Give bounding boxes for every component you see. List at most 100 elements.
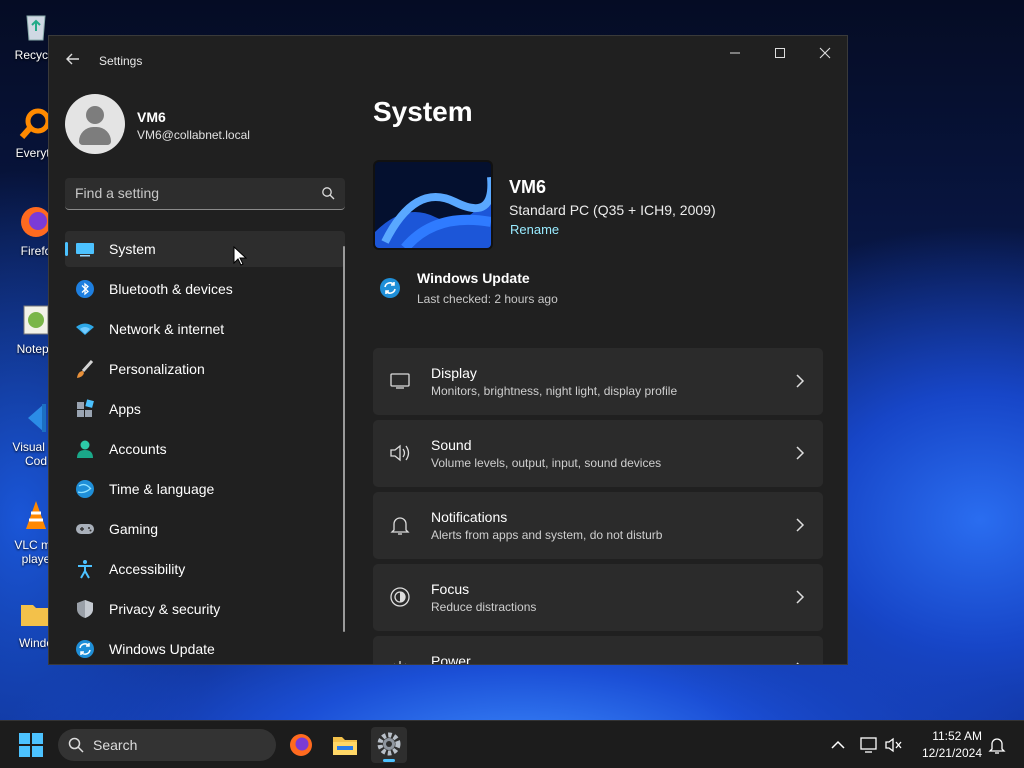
search-icon (68, 737, 84, 753)
focus-icon (390, 587, 410, 607)
bluetooth-icon (76, 280, 94, 298)
card-title: Sound (431, 437, 472, 453)
sidebar-item-label: Accessibility (109, 561, 186, 577)
sidebar-item-personalization[interactable]: Personalization (65, 351, 345, 387)
monitor-icon (390, 373, 410, 389)
taskbar-app-file-explorer[interactable] (327, 727, 363, 763)
sidebar-item-label: Personalization (109, 361, 205, 377)
file-explorer-icon (333, 737, 357, 755)
mouse-cursor-icon (233, 246, 247, 266)
avatar (65, 94, 125, 154)
chevron-right-icon (796, 590, 805, 604)
sidebar-item-label: System (109, 241, 156, 257)
desktop-icon-label: Firefo (20, 244, 52, 258)
card-title: Display (431, 365, 477, 381)
clock-date[interactable]: 12/21/2024 (910, 746, 982, 760)
gamepad-icon (76, 524, 94, 534)
sidebar-item-label: Windows Update (109, 641, 215, 657)
sidebar-item-network[interactable]: Network & internet (65, 311, 345, 347)
page-title: System (373, 96, 473, 127)
chevron-up-icon[interactable] (828, 735, 848, 755)
card-power[interactable]: Power (373, 636, 823, 664)
sidebar-item-label: Accounts (109, 441, 167, 457)
card-display[interactable]: Display Monitors, brightness, night ligh… (373, 348, 823, 415)
network-monitor-icon[interactable] (859, 735, 879, 755)
back-button[interactable] (63, 52, 83, 72)
sidebar-item-time-language[interactable]: Time & language (65, 471, 345, 507)
sidebar-item-accounts[interactable]: Accounts (65, 431, 345, 467)
chevron-right-icon (796, 662, 800, 664)
globe-clock-icon (76, 480, 94, 498)
close-icon (819, 47, 831, 59)
speaker-icon (390, 444, 410, 462)
sidebar-nav: System Bluetooth & devices Network & int… (65, 231, 345, 664)
sidebar-item-system[interactable]: System (65, 231, 345, 267)
accounts-icon (77, 440, 93, 458)
paintbrush-icon (77, 359, 94, 378)
speaker-muted-icon[interactable] (884, 735, 904, 755)
shield-icon (77, 600, 93, 618)
clock-time[interactable]: 11:52 AM (920, 729, 982, 743)
card-subtitle: Alerts from apps and system, do not dist… (431, 528, 663, 542)
bell-icon (390, 517, 410, 535)
search-box[interactable] (65, 178, 345, 210)
taskbar-search[interactable]: Search (58, 729, 276, 761)
maximize-button[interactable] (760, 44, 800, 64)
maximize-icon (775, 48, 785, 58)
card-subtitle: Volume levels, output, input, sound devi… (431, 456, 662, 470)
sidebar-item-windows-update[interactable]: Windows Update (65, 631, 345, 664)
sidebar-item-label: Apps (109, 401, 141, 417)
user-name: VM6 (137, 109, 166, 125)
sidebar-scrollbar[interactable] (343, 246, 345, 632)
sidebar-item-bluetooth[interactable]: Bluetooth & devices (65, 271, 345, 307)
active-app-indicator (383, 759, 395, 762)
windows-update-status: Last checked: 2 hours ago (417, 292, 558, 306)
wifi-icon (76, 323, 94, 335)
chevron-right-icon (796, 518, 805, 532)
windows-update-icon (76, 640, 94, 658)
firefox-icon (290, 734, 312, 756)
search-input[interactable] (65, 178, 305, 208)
sidebar-item-apps[interactable]: Apps (65, 391, 345, 427)
selection-indicator (65, 242, 68, 256)
apps-icon (77, 399, 94, 417)
card-sound[interactable]: Sound Volume levels, output, input, soun… (373, 420, 823, 487)
windows-update-icon[interactable] (379, 277, 401, 299)
device-model: Standard PC (Q35 + ICH9, 2009) (509, 202, 716, 218)
device-thumbnail (373, 160, 493, 250)
system-display-icon (76, 243, 94, 257)
settings-gear-icon (377, 732, 401, 756)
title-bar[interactable]: Settings (49, 36, 847, 86)
sidebar-item-gaming[interactable]: Gaming (65, 511, 345, 547)
sidebar-item-label: Privacy & security (109, 601, 221, 617)
close-button[interactable] (805, 44, 845, 64)
sidebar-item-accessibility[interactable]: Accessibility (65, 551, 345, 587)
start-button-windows-icon[interactable] (18, 732, 44, 758)
back-arrow-icon (66, 53, 79, 65)
card-title: Notifications (431, 509, 508, 525)
sidebar-item-label: Time & language (109, 481, 215, 497)
rename-link[interactable]: Rename (510, 222, 559, 237)
taskbar-search-label: Search (93, 737, 138, 753)
minimize-button[interactable] (715, 44, 755, 64)
sidebar-item-label: Network & internet (109, 321, 225, 337)
card-focus[interactable]: Focus Reduce distractions (373, 564, 823, 631)
chevron-right-icon (796, 374, 805, 388)
taskbar-app-settings[interactable] (371, 727, 407, 763)
accessibility-icon (78, 560, 92, 579)
user-email: VM6@collabnet.local (137, 128, 250, 142)
card-notifications[interactable]: Notifications Alerts from apps and syste… (373, 492, 823, 559)
sidebar-item-privacy-security[interactable]: Privacy & security (65, 591, 345, 627)
notification-bell-icon[interactable] (987, 735, 1007, 755)
app-title: Settings (99, 54, 143, 68)
search-icon[interactable] (321, 186, 335, 200)
card-subtitle: Monitors, brightness, night light, displ… (431, 384, 678, 398)
power-icon (394, 661, 406, 664)
card-subtitle: Reduce distractions (431, 600, 537, 614)
taskbar-app-firefox[interactable] (283, 727, 319, 763)
chevron-right-icon (796, 446, 805, 460)
wallpaper-thumbnail-icon (375, 162, 491, 248)
sidebar-item-label: Bluetooth & devices (109, 281, 233, 297)
windows-update-title[interactable]: Windows Update (417, 270, 530, 286)
sidebar-item-label: Gaming (109, 521, 159, 537)
